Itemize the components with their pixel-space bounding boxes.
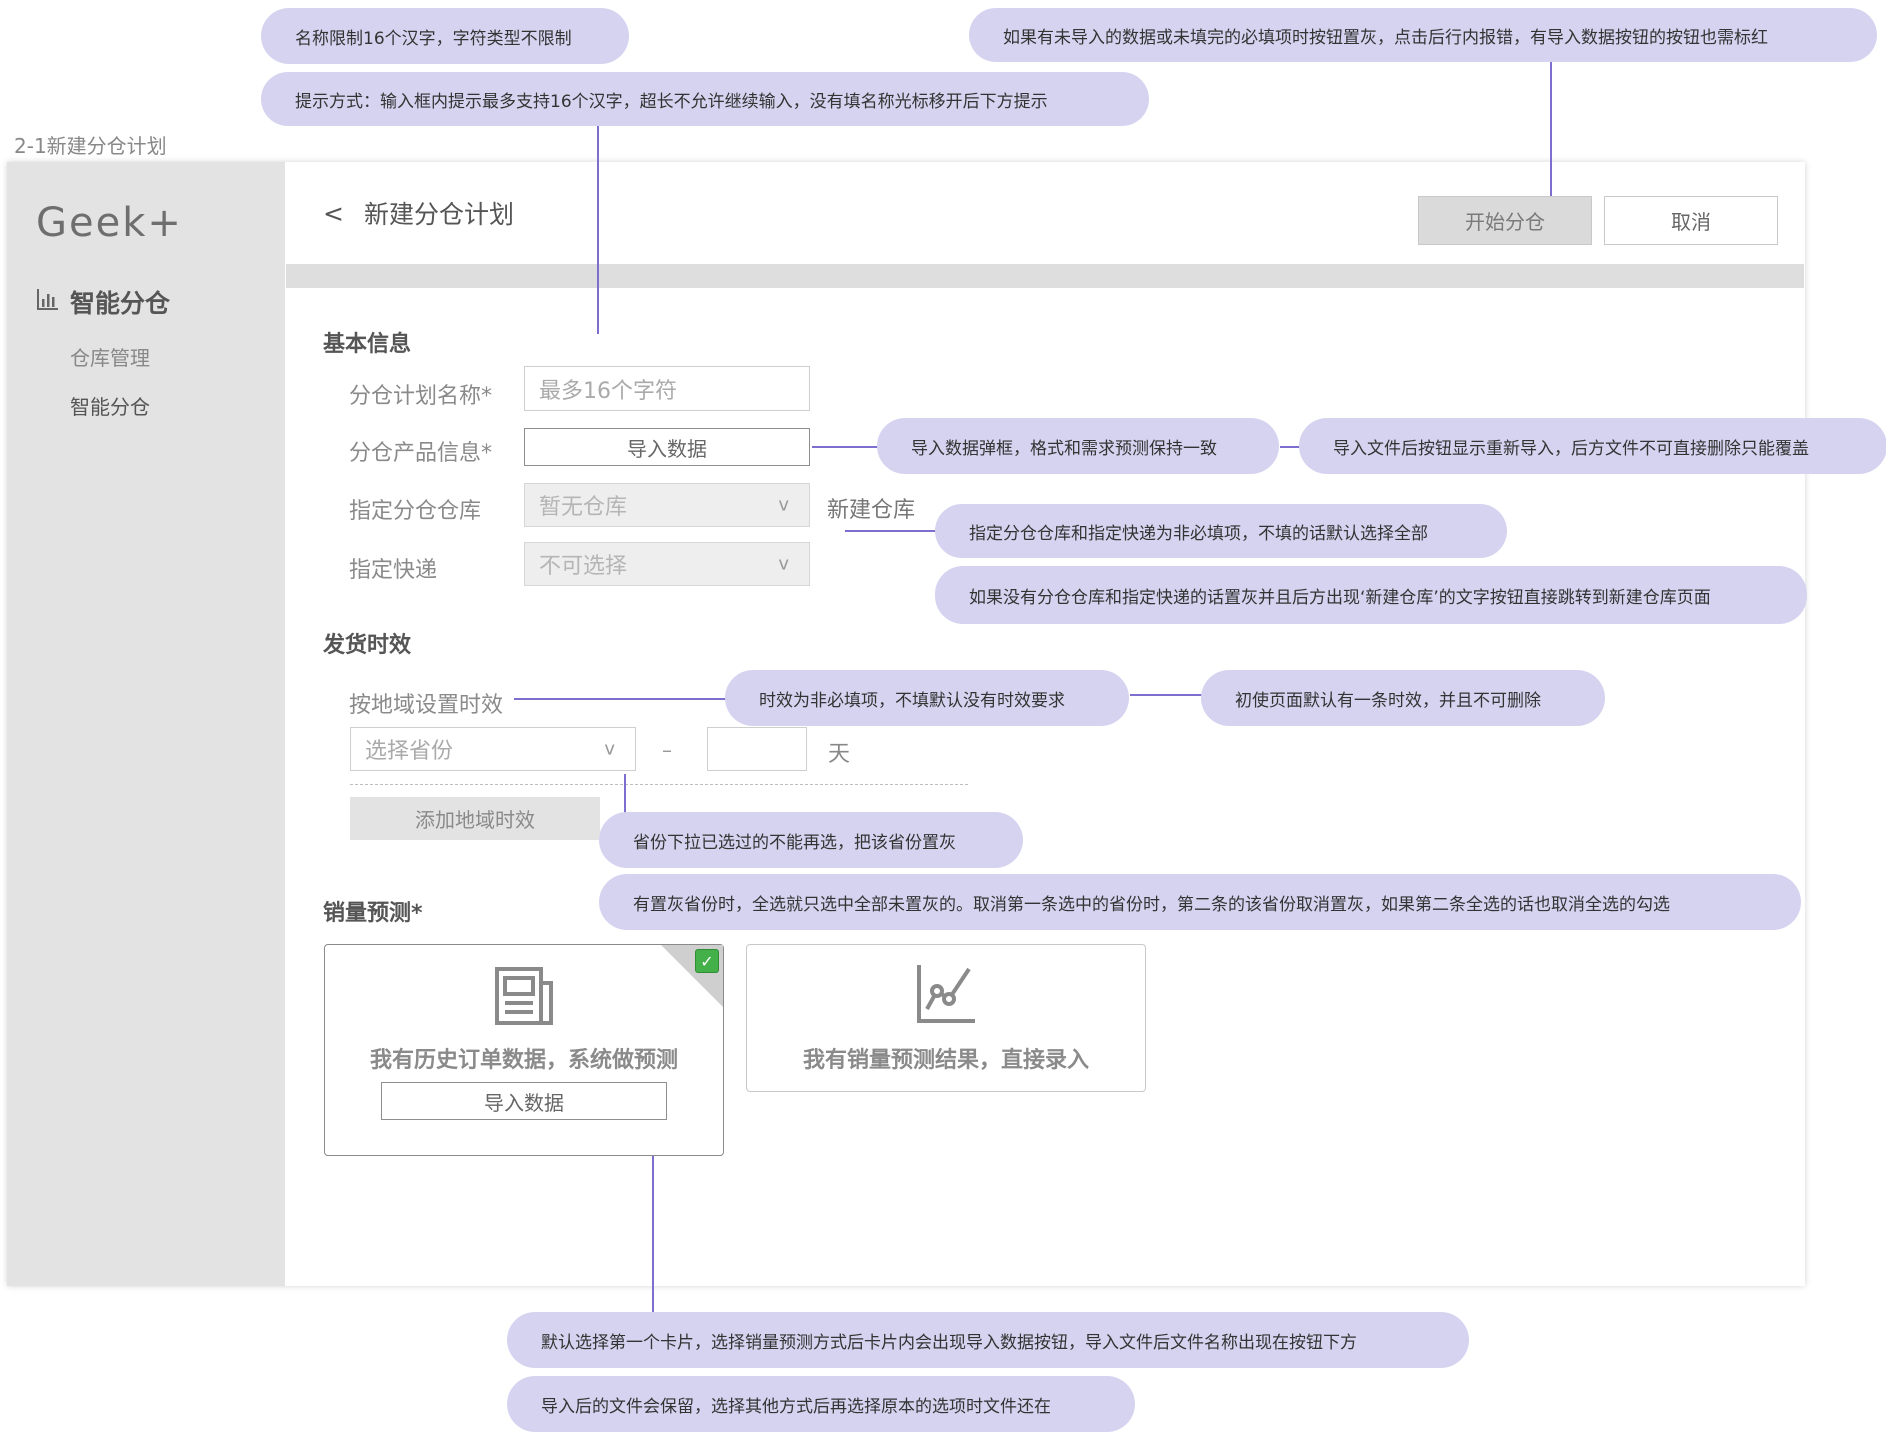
express-label: 指定快递 xyxy=(349,558,438,583)
annotation-file-retained: 导入后的文件会保留，选择其他方式后再选择原本的选项时文件还在 xyxy=(507,1376,1135,1432)
page-header: < 新建分仓计划 xyxy=(323,195,514,231)
annotation-hint-method: 提示方式：输入框内提示最多支持16个汉字，超长不允许继续输入，没有填名称光标移开… xyxy=(261,72,1149,126)
line-chart-icon xyxy=(915,963,977,1029)
connector-line xyxy=(1280,446,1300,448)
sidebar-main-label: 智能分仓 xyxy=(70,289,171,318)
new-warehouse-link[interactable]: 新建仓库 xyxy=(827,492,915,524)
annotation-select-all: 有置灰省份时，全选就只选中全部未置灰的。取消第一条选中的省份时，第二条的该省份取… xyxy=(599,874,1801,930)
forecast-card-history[interactable]: ✓ 我有历史订单数据，系统做预测 导入数据 xyxy=(324,944,724,1156)
chevron-down-icon: v xyxy=(604,738,615,760)
card-import-data-button[interactable]: 导入数据 xyxy=(381,1082,667,1120)
annotation-name-limit: 名称限制16个汉字，字符类型不限制 xyxy=(261,8,629,64)
document-icon xyxy=(493,965,555,1031)
sidebar-item-smart-allocation[interactable]: 智能分仓 xyxy=(36,284,170,320)
annotation-reimport: 导入文件后按钮显示重新导入，后方文件不可直接删除只能覆盖 xyxy=(1299,418,1886,474)
annotation-import-dialog: 导入数据弹框，格式和需求预测保持一致 xyxy=(877,418,1279,474)
section-delivery: 发货时效 xyxy=(323,633,412,658)
connector-line xyxy=(514,698,726,700)
back-icon[interactable]: < xyxy=(323,199,344,228)
cancel-button[interactable]: 取消 xyxy=(1604,196,1778,245)
annotation-new-warehouse: 如果没有分仓仓库和指定快递的话置灰并且后方出现‘新建仓库’的文字按钮直接跳转到新… xyxy=(935,566,1807,624)
frame-caption: 2-1新建分仓计划 xyxy=(14,134,167,158)
import-data-button[interactable]: 导入数据 xyxy=(524,428,810,466)
province-select[interactable]: 选择省份 v xyxy=(350,727,636,771)
connector-line xyxy=(597,126,599,334)
express-select-value: 不可选择 xyxy=(539,554,628,579)
chevron-down-icon: v xyxy=(778,494,789,516)
forecast-card-direct[interactable]: 我有销量预测结果，直接录入 xyxy=(746,944,1146,1092)
days-input[interactable] xyxy=(707,727,807,771)
header-divider xyxy=(286,264,1804,288)
logo: Geek+ xyxy=(36,200,183,246)
warehouse-select: 暂无仓库 v xyxy=(524,483,810,527)
connector-line xyxy=(1550,62,1552,196)
connector-line xyxy=(812,446,880,448)
section-basic-info: 基本信息 xyxy=(323,332,412,357)
add-region-button[interactable]: 添加地域时效 xyxy=(350,797,600,840)
range-dash: – xyxy=(662,738,672,762)
check-icon: ✓ xyxy=(695,949,719,973)
region-timeliness-label: 按地域设置时效 xyxy=(349,693,504,718)
card-direct-text: 我有销量预测结果，直接录入 xyxy=(802,1048,1089,1073)
plan-name-label: 分仓计划名称* xyxy=(349,384,493,409)
annotation-default-row: 初使页面默认有一条时效，并且不可删除 xyxy=(1201,670,1605,726)
annotation-start-button-state: 如果有未导入的数据或未填完的必填项时按钮置灰，点击后行内报错，有导入数据按钮的按… xyxy=(969,8,1877,62)
sidebar xyxy=(7,162,285,1286)
chevron-down-icon: v xyxy=(778,553,789,575)
province-select-placeholder: 选择省份 xyxy=(365,739,454,764)
annotation-optional-fields: 指定分仓仓库和指定快递为非必填项，不填的话默认选择全部 xyxy=(935,504,1507,558)
divider xyxy=(350,784,968,785)
annotation-default-card: 默认选择第一个卡片，选择销量预测方式后卡片内会出现导入数据按钮，导入文件后文件名… xyxy=(507,1312,1469,1368)
sidebar-item-smart-allocation-sub[interactable]: 智能分仓 xyxy=(70,391,150,420)
warehouse-select-value: 暂无仓库 xyxy=(539,495,628,520)
warehouse-label: 指定分仓仓库 xyxy=(349,499,482,524)
product-info-label: 分仓产品信息* xyxy=(349,441,493,466)
connector-line xyxy=(652,1156,654,1312)
plan-name-input[interactable]: 最多16个字符 xyxy=(524,366,810,411)
section-forecast: 销量预测* xyxy=(323,901,423,926)
sidebar-item-warehouse-management[interactable]: 仓库管理 xyxy=(70,342,150,371)
connector-line xyxy=(624,774,626,814)
start-allocation-button[interactable]: 开始分仓 xyxy=(1418,196,1592,245)
connector-line xyxy=(845,530,937,532)
annotation-province-disabled: 省份下拉已选过的不能再选，把该省份置灰 xyxy=(599,812,1023,868)
page-title: 新建分仓计划 xyxy=(363,200,514,229)
annotation-timeliness-optional: 时效为非必填项，不填默认没有时效要求 xyxy=(725,670,1129,726)
connector-line xyxy=(1130,694,1202,696)
express-select: 不可选择 v xyxy=(524,542,810,586)
card-history-text: 我有历史订单数据，系统做预测 xyxy=(369,1048,678,1073)
days-unit: 天 xyxy=(828,742,851,767)
chart-icon xyxy=(36,287,60,317)
